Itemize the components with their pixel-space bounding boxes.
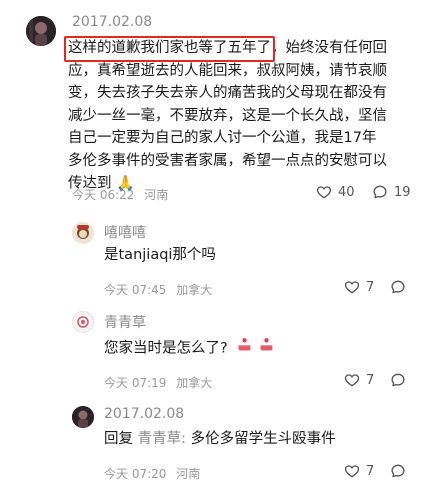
- like-count: 40: [338, 184, 355, 200]
- heart-icon: [344, 465, 360, 478]
- reply-count-button[interactable]: 19: [372, 184, 411, 200]
- reply-count: 19: [394, 184, 411, 200]
- avatar-image-icon: [77, 316, 89, 328]
- comment-bubble-icon: [391, 464, 405, 478]
- reply-to-username[interactable]: 青青草:: [138, 431, 186, 447]
- reply-location: 河南: [176, 467, 201, 481]
- heart-icon: [344, 281, 360, 294]
- reply-time: 今天 07:20: [104, 467, 167, 481]
- like-count: 7: [366, 463, 375, 479]
- reply-text-row: 回复 青青草: 多伦多留学生斗殴事件: [104, 428, 336, 451]
- reply-text-row: 您家当时是怎么了?: [104, 336, 275, 361]
- reply-meta: 今天 07:19 加拿大: [104, 374, 218, 391]
- comment-text: 这样的道歉我们家也等了五年了，始终没有任何回应，真希望逝去的人能回来，叔叔阿姨，…: [68, 37, 390, 195]
- avatar-image-icon: [26, 16, 56, 46]
- highlighted-text: 这样的道歉我们家也等了五年了，: [68, 40, 286, 56]
- avatar[interactable]: [72, 222, 94, 244]
- like-count: 7: [366, 372, 375, 388]
- avatar[interactable]: [72, 311, 94, 333]
- reply-location: 加拿大: [176, 376, 213, 390]
- reply-text: 是tanjiaqi那个吗: [104, 247, 216, 263]
- reply-time: 今天 07:19: [104, 376, 167, 390]
- heart-icon: [316, 186, 332, 199]
- comment-meta: 今天 06:22 河南: [72, 186, 174, 203]
- reply-item: 嘻嘻嘻 是tanjiaqi那个吗 今天 07:45 加拿大 7: [0, 210, 431, 300]
- reply-button[interactable]: [390, 279, 406, 295]
- cake-emoji-icon: [258, 336, 275, 361]
- comment-text-line1-rest: 始终没有任何回: [285, 40, 388, 56]
- like-button[interactable]: 7: [344, 279, 374, 295]
- reply-text: 您家当时是怎么了?: [104, 340, 228, 357]
- reply-time: 今天 07:45: [104, 283, 167, 297]
- cake-emoji-icon: [236, 336, 253, 361]
- reply-meta: 今天 07:20 河南: [104, 465, 206, 482]
- comment-location: 河南: [144, 188, 169, 202]
- avatar-image-icon: [72, 222, 94, 244]
- like-count: 7: [366, 279, 375, 295]
- heart-icon: [344, 374, 360, 387]
- username[interactable]: 青青草: [104, 312, 146, 332]
- avatar[interactable]: [72, 406, 94, 428]
- reply-meta: 今天 07:45 加拿大: [104, 281, 218, 298]
- avatar[interactable]: [26, 16, 56, 46]
- avatar-image-icon: [72, 406, 94, 428]
- like-button[interactable]: 40: [316, 184, 355, 200]
- comment-bubble-icon: [373, 185, 387, 199]
- reply-item: 青青草 您家当时是怎么了? 今天 07:19 加拿大 7: [0, 300, 431, 395]
- username[interactable]: 2017.02.08: [72, 14, 152, 30]
- reply-prefix: 回复: [104, 431, 133, 447]
- reply-location: 加拿大: [176, 283, 213, 297]
- like-button[interactable]: 7: [344, 463, 374, 479]
- username[interactable]: 2017.02.08: [104, 406, 184, 422]
- reply-button[interactable]: [390, 463, 406, 479]
- comment-time: 今天 06:22: [72, 188, 135, 202]
- comment-bubble-icon: [391, 280, 405, 294]
- username[interactable]: 嘻嘻嘻: [104, 222, 146, 242]
- reply-item: 2017.02.08 回复 青青草: 多伦多留学生斗殴事件 今天 07:20 河…: [0, 395, 431, 491]
- main-comment: 2017.02.08 这样的道歉我们家也等了五年了，始终没有任何回应，真希望逝去…: [0, 0, 431, 210]
- like-button[interactable]: 7: [344, 372, 374, 388]
- comment-bubble-icon: [391, 373, 405, 387]
- reply-button[interactable]: [390, 372, 406, 388]
- reply-text: 多伦多留学生斗殴事件: [190, 431, 336, 447]
